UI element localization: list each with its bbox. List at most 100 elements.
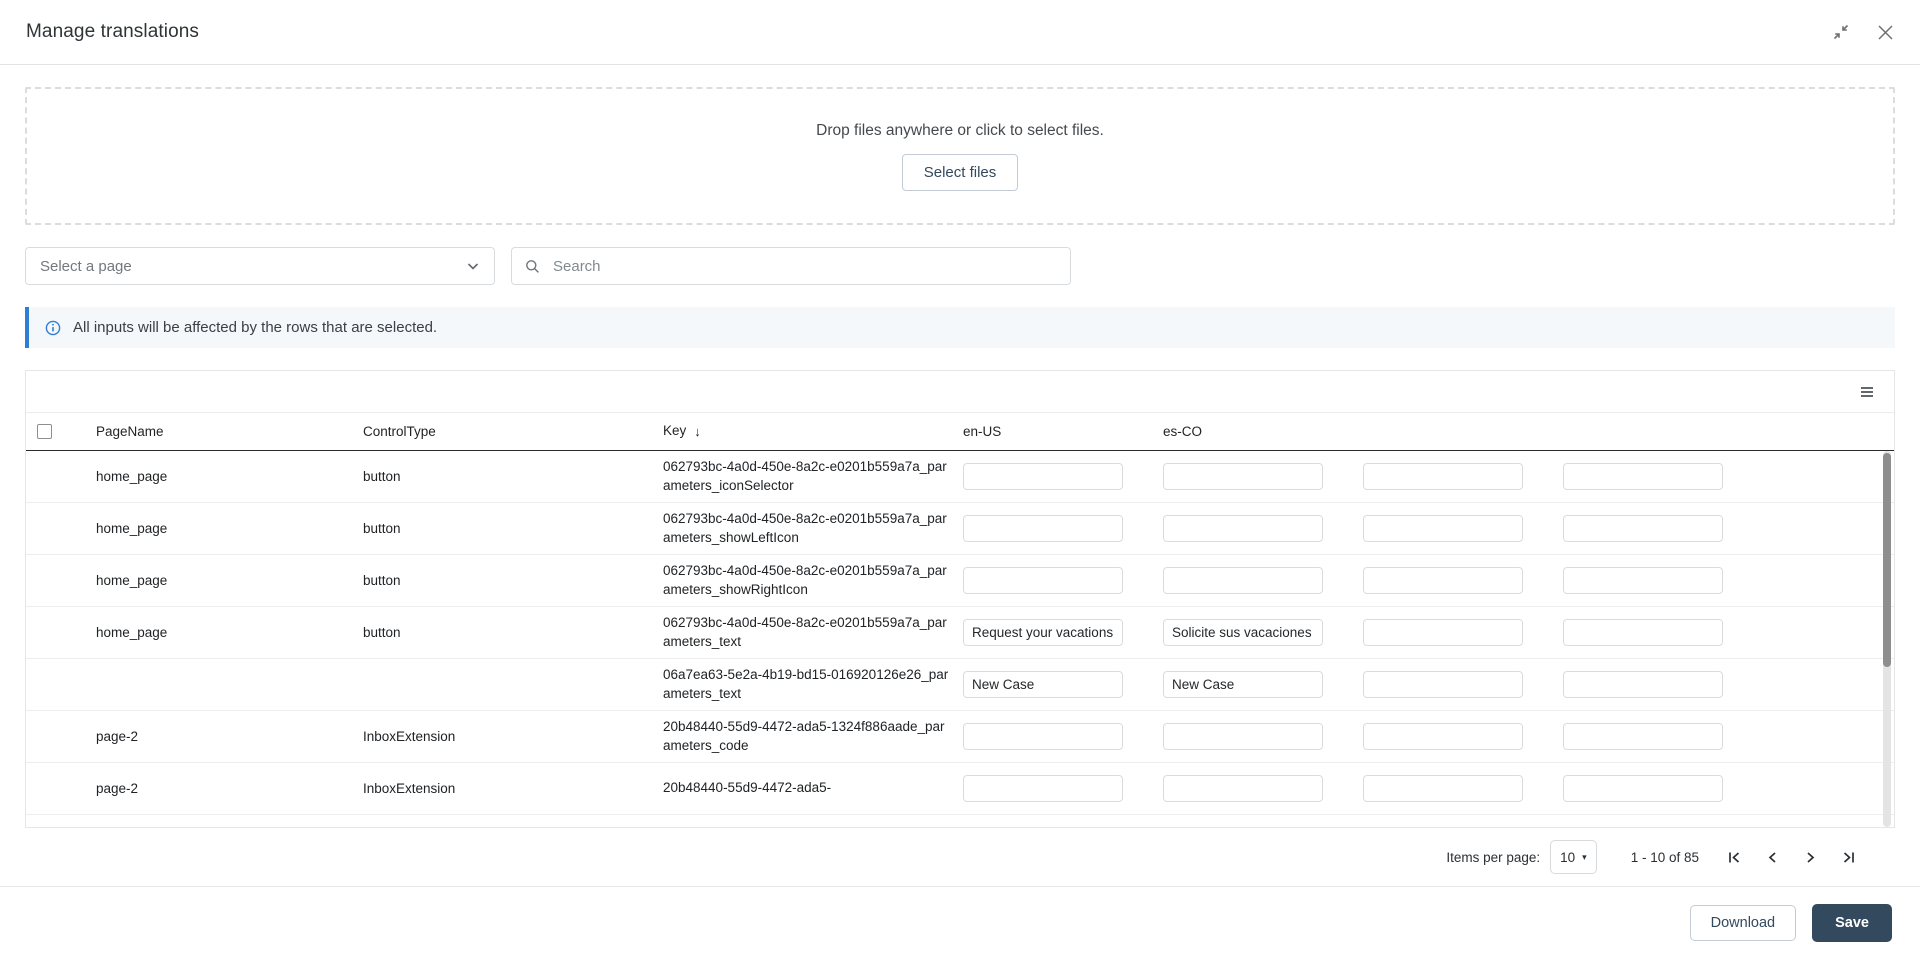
translation-input[interactable] <box>963 463 1123 490</box>
column-header-pagename[interactable]: PageName <box>63 424 363 439</box>
last-page-icon[interactable] <box>1829 840 1867 874</box>
info-banner-text: All inputs will be affected by the rows … <box>73 319 438 336</box>
select-files-button[interactable]: Select files <box>901 153 1019 191</box>
translation-input[interactable] <box>1363 515 1523 542</box>
cell-key: 062793bc-4a0d-450e-8a2c-e0201b559a7a_par… <box>663 563 947 597</box>
translation-input[interactable] <box>963 775 1123 802</box>
cell-controltype: button <box>363 469 401 484</box>
chevron-down-icon: ▾ <box>1582 851 1587 862</box>
cell-key: 06a7ea63-5e2a-4b19-bd15-016920126e26_par… <box>663 667 949 701</box>
column-header-es-co[interactable]: es-CO <box>1163 424 1363 439</box>
translation-input[interactable] <box>1563 463 1723 490</box>
translation-input[interactable] <box>1563 671 1723 698</box>
translation-input[interactable] <box>1363 723 1523 750</box>
items-per-page-label: Items per page: <box>1446 849 1541 865</box>
table-paginator: Items per page: 10 ▾ 1 - 10 of 85 <box>25 828 1895 886</box>
cell-translation-input-wrap <box>963 463 1163 490</box>
translation-input[interactable] <box>963 671 1123 698</box>
translation-input[interactable] <box>1563 723 1723 750</box>
table-row[interactable]: home_page button 062793bc-4a0d-450e-8a2c-e… <box>26 607 1894 659</box>
cell-translation-input-wrap <box>1363 775 1563 802</box>
dialog-title: Manage translations <box>26 21 200 42</box>
translation-input[interactable] <box>1363 567 1523 594</box>
select-all-checkbox[interactable] <box>37 424 52 439</box>
cell-translation-input-wrap <box>1163 463 1363 490</box>
cell-translation-input-wrap <box>1363 723 1563 750</box>
cell-translation-input-wrap <box>963 723 1163 750</box>
page-select-label: Select a page <box>40 257 132 275</box>
translation-input[interactable] <box>1163 775 1323 802</box>
next-page-icon[interactable] <box>1791 840 1829 874</box>
table-header-row: PageName ControlType Key ↓ en-US es-CO <box>26 413 1894 451</box>
cell-translation-input-wrap <box>1363 619 1563 646</box>
dialog-titlebar: Manage translations <box>0 0 1920 65</box>
translation-input[interactable] <box>1363 619 1523 646</box>
translation-input[interactable] <box>1163 567 1323 594</box>
translation-input[interactable] <box>1563 567 1723 594</box>
translation-input[interactable] <box>1163 723 1323 750</box>
first-page-icon[interactable] <box>1715 840 1753 874</box>
dialog-body: Drop files anywhere or click to select f… <box>0 65 1920 886</box>
cell-translation-input-wrap <box>1363 671 1563 698</box>
table-body-viewport: home_page button 062793bc-4a0d-450e-8a2c-e… <box>26 451 1894 827</box>
titlebar-actions <box>1830 21 1896 43</box>
translation-input[interactable] <box>963 567 1123 594</box>
table-row[interactable]: home_page button 062793bc-4a0d-450e-8a2c-e… <box>26 503 1894 555</box>
table-vertical-scrollbar[interactable] <box>1883 451 1891 827</box>
cell-controltype: button <box>363 625 401 640</box>
translation-input[interactable] <box>1563 515 1723 542</box>
cell-translation-input-wrap <box>1563 671 1763 698</box>
column-header-controltype[interactable]: ControlType <box>363 424 663 439</box>
file-dropzone[interactable]: Drop files anywhere or click to select f… <box>25 87 1895 225</box>
close-icon[interactable] <box>1874 21 1896 43</box>
cell-pagename: page-2 <box>96 781 139 796</box>
cell-translation-input-wrap <box>1163 775 1363 802</box>
download-button[interactable]: Download <box>1689 904 1797 941</box>
cell-translation-input-wrap <box>1363 515 1563 542</box>
cell-controltype: InboxExtension <box>363 781 456 796</box>
translation-input[interactable] <box>1163 515 1323 542</box>
table-row[interactable]: 06a7ea63-5e2a-4b19-bd15-016920126e26_par… <box>26 659 1894 711</box>
search-input[interactable] <box>551 256 1057 276</box>
table-row[interactable]: page-2 InboxExtension 20b48440-55d9-4472-a… <box>26 711 1894 763</box>
table-row[interactable]: home_page button 062793bc-4a0d-450e-8a2c-e… <box>26 451 1894 503</box>
hamburger-menu-icon[interactable] <box>1858 383 1876 401</box>
cell-translation-input-wrap <box>1163 671 1363 698</box>
translation-input[interactable] <box>1163 463 1323 490</box>
translation-input[interactable] <box>1163 619 1323 646</box>
cell-key: 062793bc-4a0d-450e-8a2c-e0201b559a7a_par… <box>663 615 947 649</box>
translation-input[interactable] <box>963 723 1123 750</box>
translation-input[interactable] <box>963 619 1123 646</box>
cell-key: 20b48440-55d9-4472-ada5-1324f886aade_par… <box>663 719 945 753</box>
previous-page-icon[interactable] <box>1753 840 1791 874</box>
filters-row: Select a page <box>25 247 1895 285</box>
pagination-range-label: 1 - 10 of 85 <box>1630 849 1699 865</box>
cell-translation-input-wrap <box>1163 619 1363 646</box>
search-icon <box>525 259 540 274</box>
cell-translation-input-wrap <box>1563 463 1763 490</box>
column-header-key[interactable]: Key ↓ <box>663 422 963 440</box>
translation-input[interactable] <box>963 515 1123 542</box>
table-body: home_page button 062793bc-4a0d-450e-8a2c-e… <box>26 451 1894 815</box>
translation-input[interactable] <box>1163 671 1323 698</box>
table-scrollbar-thumb[interactable] <box>1883 453 1891 668</box>
page-select[interactable]: Select a page <box>25 247 495 285</box>
translation-input[interactable] <box>1563 619 1723 646</box>
translations-table-card: PageName ControlType Key ↓ en-US es-CO h… <box>25 370 1895 828</box>
translation-input[interactable] <box>1363 463 1523 490</box>
translation-input[interactable] <box>1363 671 1523 698</box>
cell-pagename: home_page <box>96 573 168 588</box>
save-button[interactable]: Save <box>1812 903 1892 942</box>
column-header-en-us[interactable]: en-US <box>963 424 1163 439</box>
items-per-page-select[interactable]: 10 ▾ <box>1550 840 1597 874</box>
cell-translation-input-wrap <box>1363 567 1563 594</box>
table-row[interactable]: home_page button 062793bc-4a0d-450e-8a2c-e… <box>26 555 1894 607</box>
collapse-icon[interactable] <box>1830 21 1852 43</box>
translation-input[interactable] <box>1563 775 1723 802</box>
search-box[interactable] <box>511 247 1071 285</box>
dropzone-instructions: Drop files anywhere or click to select f… <box>816 121 1104 139</box>
cell-translation-input-wrap <box>1563 567 1763 594</box>
table-row[interactable]: page-2 InboxExtension 20b48440-55d9-4472-a… <box>26 763 1894 815</box>
translation-input[interactable] <box>1363 775 1523 802</box>
cell-translation-input-wrap <box>1163 515 1363 542</box>
